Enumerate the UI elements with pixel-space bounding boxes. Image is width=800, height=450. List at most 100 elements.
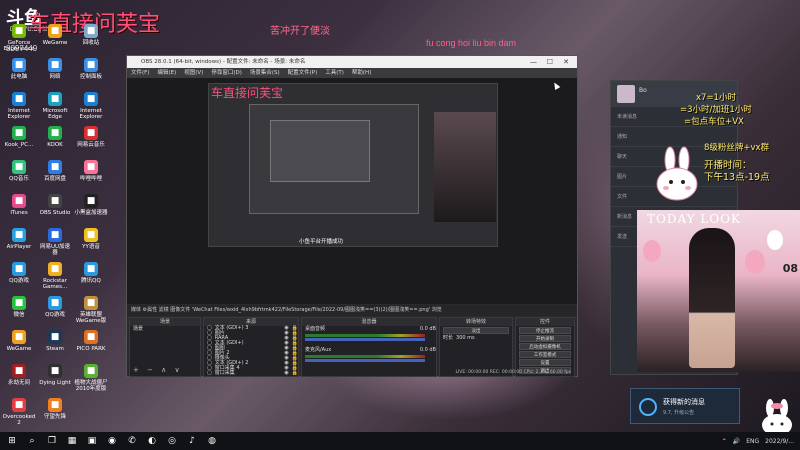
control-button[interactable]: 设置 (519, 359, 571, 366)
obs-icon: ■ (48, 194, 62, 208)
qq-icon[interactable]: ◐ (144, 432, 160, 450)
balloon (643, 240, 661, 262)
desktop-icon[interactable]: ■ 英雄联盟WeGame版 (74, 296, 108, 324)
obs-menu-item[interactable]: 视图(V) (184, 68, 203, 78)
taskbar: ⊞ ⌕ ❐ ▦ ▣ ◉ ✆ ◐ ◎ ♪ ◍ ⌃ 🔊 ENG 2022/9/... (0, 432, 800, 450)
desktop-icon[interactable]: ■ Dying Light (38, 364, 72, 386)
desktop-icon[interactable]: ■ WeGame (2, 330, 36, 352)
close-icon[interactable]: ✕ (563, 56, 569, 68)
obs-preview[interactable]: 车直接问芙宝 小鱼平台开播成功 (127, 78, 577, 304)
desktop-icon[interactable]: ■ Overcooked 2 (2, 398, 36, 426)
avatar[interactable] (617, 85, 635, 103)
mixer-dock-title: 混音器 (302, 318, 436, 326)
desktop-icon[interactable]: ■ Internet Explorer (74, 92, 108, 120)
volume-slider[interactable] (305, 359, 425, 362)
desktop-icon[interactable]: ■ OBS Studio (38, 194, 72, 216)
desktop-icon-label: 守望先锋 (43, 414, 66, 420)
desktop-icon[interactable]: ■ AirPlayer (2, 228, 36, 250)
obs-menu-item[interactable]: 配置文件(P) (288, 68, 318, 78)
desktop-icon[interactable]: ■ 控制面板 (74, 58, 108, 80)
obs-menu-item[interactable]: 场景集合(S) (250, 68, 280, 78)
desktop-icon[interactable]: ■ PICO PARK (74, 330, 108, 352)
desktop-icon[interactable]: ■ QQ音乐 (2, 160, 36, 182)
control-panel-icon: ■ (84, 58, 98, 72)
qq-game-icon: ■ (48, 296, 62, 310)
desktop-icon[interactable]: ■ 植物大战僵尸 2010年度版 (74, 364, 108, 392)
control-button[interactable]: 停止推流 (519, 327, 571, 334)
desktop-icon[interactable]: ■ KOOK (38, 126, 72, 148)
obs-window-title: OBS 28.0.1 (64-bit, windows) - 配置文件: 未命名… (141, 59, 306, 65)
transition-duration[interactable]: 时长 300 ms (440, 335, 512, 342)
wechat-icon[interactable]: ✆ (124, 432, 140, 450)
desktop-icon[interactable]: ■ GeForce Experience (2, 24, 36, 52)
scenes-dock-title: 场景 (130, 318, 200, 326)
overwatch-icon: ■ (48, 398, 62, 412)
balloon (767, 230, 783, 250)
steam-icon[interactable]: ◉ (104, 432, 120, 450)
desktop-icon[interactable]: ■ Rockstar Games... (38, 262, 72, 290)
chrome-icon[interactable]: ◍ (204, 432, 220, 450)
desktop-icon[interactable]: ■ 微信 (2, 296, 36, 318)
desktop-icon[interactable]: ■ Microsoft Edge (38, 92, 72, 120)
control-button[interactable]: 开始录制 (519, 335, 571, 342)
notification-toast[interactable]: 获得新的消息 9.7, 升级公告 (630, 388, 740, 424)
search-icon[interactable]: ⌕ (24, 432, 40, 450)
obs-status-bar: LIVE: 00:00:00 REC: 00:00:00 CPU: 2.1%, … (455, 370, 571, 375)
desktop-icon-label: 网易UU加速器 (39, 244, 71, 256)
obs-menu-item[interactable]: 编辑(E) (157, 68, 176, 78)
preview-canvas[interactable]: 车直接问芙宝 小鱼平台开播成功 (208, 83, 498, 247)
obs-menu-item[interactable]: 文件(F) (131, 68, 149, 78)
desktop-icon[interactable]: ■ 永劫无间 (2, 364, 36, 386)
obs-menu-item[interactable]: 帮助(H) (352, 68, 371, 78)
mixer-channel-name: 麦克风/Aux (305, 347, 332, 353)
minimize-icon[interactable]: — (530, 56, 537, 68)
explorer-icon[interactable]: ▦ (64, 432, 80, 450)
desktop-icon[interactable]: ■ YY语音 (74, 228, 108, 250)
source-properties-bar[interactable]: 媒体 ⚙属性 滤镜 图像文件 'WeChat Files/wxid_4lxh9b… (127, 305, 577, 316)
desktop-icon[interactable]: ■ 网易云音乐 (74, 126, 108, 148)
desktop-icon[interactable]: ■ 守望先锋 (38, 398, 72, 420)
control-button[interactable]: 启动虚拟摄像机 (519, 343, 571, 350)
task-view-icon[interactable]: ❐ (44, 432, 60, 450)
volume-slider[interactable] (305, 338, 425, 341)
volume-meter (305, 355, 425, 358)
music-icon[interactable]: ♪ (184, 432, 200, 450)
desktop-icon-label: 植物大战僵尸 2010年度版 (74, 380, 108, 392)
desktop-icon[interactable]: ■ 哔哩哔哩 (74, 160, 108, 182)
desktop-icon[interactable]: ■ 网易UU加速器 (38, 228, 72, 256)
desktop-icon[interactable]: ■ Internet Explorer (2, 92, 36, 120)
obs-menu-item[interactable]: 停靠窗口(D) (211, 68, 242, 78)
desktop-icon[interactable]: ■ ITunes (2, 194, 36, 216)
store-icon[interactable]: ▣ (84, 432, 100, 450)
desktop-icon[interactable]: ■ WeGame (38, 24, 72, 46)
recycle-bin-icon: ■ (84, 24, 98, 38)
desktop-icon-label: Dying Light (39, 380, 71, 386)
clock[interactable]: 2022/9/... (765, 438, 794, 445)
itunes-icon: ■ (12, 194, 26, 208)
obs-icon[interactable]: ◎ (164, 432, 180, 450)
desktop-icon-label: 网络 (49, 74, 61, 80)
qq-music-icon: ■ (12, 160, 26, 174)
desktop-icon[interactable]: ■ QQ游戏 (38, 296, 72, 318)
control-button[interactable]: 工作室模式 (519, 351, 571, 358)
desktop-icon[interactable]: ■ 此电脑 (2, 58, 36, 80)
desktop-icon[interactable]: ■ 回收站 (74, 24, 108, 46)
desktop-icon-label: 小黑盒加速器 (74, 210, 108, 216)
transition-type-select[interactable]: 淡出 (443, 327, 509, 334)
desktop-icon[interactable]: ■ Steam (38, 330, 72, 352)
obs-menu-item[interactable]: 工具(T) (325, 68, 344, 78)
desktop-icon[interactable]: ■ QQ游戏 (2, 262, 36, 284)
scene-item[interactable]: 场景 (130, 326, 200, 333)
desktop-icon[interactable]: ■ 小黑盒加速器 (74, 194, 108, 216)
obs-window[interactable]: OBS 28.0.1 (64-bit, windows) - 配置文件: 未命名… (126, 55, 578, 377)
desktop-icon[interactable]: ■ 网络 (38, 58, 72, 80)
chevron-up-icon[interactable]: ⌃ (722, 438, 727, 445)
language-indicator[interactable]: ENG (746, 438, 759, 445)
desktop-icon[interactable]: ■ 百度网盘 (38, 160, 72, 182)
desktop-icon[interactable]: ■ 腾讯QQ (74, 262, 108, 284)
obs-titlebar[interactable]: OBS 28.0.1 (64-bit, windows) - 配置文件: 未命名… (127, 56, 577, 68)
maximize-icon[interactable]: ☐ (547, 56, 553, 68)
windows-icon[interactable]: ⊞ (4, 432, 20, 450)
volume-icon[interactable]: 🔊 (733, 438, 740, 445)
desktop-icon[interactable]: ■ Kook_PC... (2, 126, 36, 148)
